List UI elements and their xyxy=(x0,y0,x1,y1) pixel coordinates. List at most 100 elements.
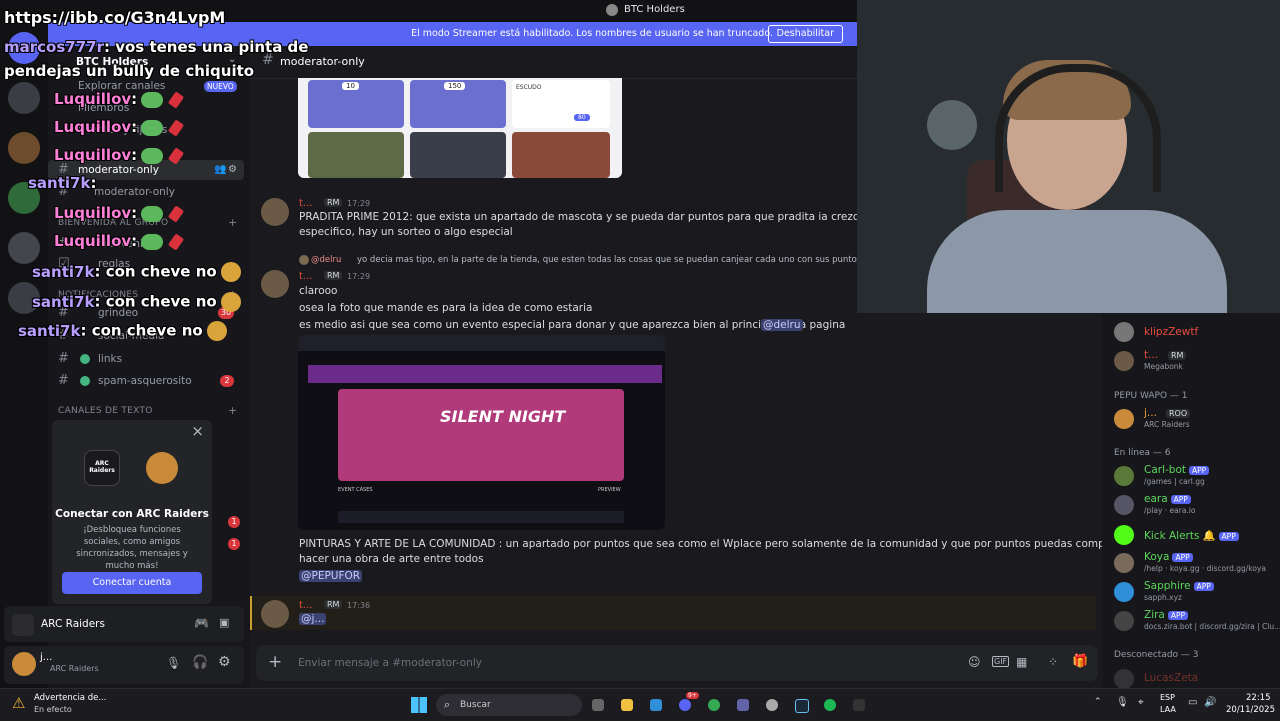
settings-icon[interactable]: ⚙ xyxy=(218,654,231,670)
message-author[interactable]: t... xyxy=(299,600,312,611)
search-box[interactable]: ⌕ Buscar xyxy=(436,694,582,716)
overlay-text: pendejas un bully de chiquito xyxy=(4,62,255,80)
connect-popup: × ARC Raiders Conectar con ARC Raiders ¡… xyxy=(52,420,212,604)
steam-icon[interactable] xyxy=(795,699,809,713)
image-case-strip xyxy=(308,365,662,383)
message-text: especifico, hay un sorteo o algo especia… xyxy=(299,226,513,238)
microphone-tray-icon[interactable]: 🎙 xyxy=(1116,697,1129,708)
gift-icon[interactable]: 🎁 xyxy=(1072,654,1088,669)
member-status: Megabonk xyxy=(1144,362,1183,371)
overlay-user: santi7k xyxy=(32,262,95,281)
card: ESCUDO 80 xyxy=(512,80,610,128)
warning-icon[interactable]: ⚠ xyxy=(12,694,25,712)
avatar xyxy=(1114,582,1134,602)
user-mention[interactable]: @j... xyxy=(299,613,327,625)
disable-streamer-button[interactable]: Deshabilitar xyxy=(767,25,843,43)
clock-time[interactable]: 22:15 xyxy=(1246,693,1271,703)
message-input[interactable]: Enviar mensaje a #moderator-only xyxy=(298,657,482,669)
avatar[interactable] xyxy=(261,270,289,298)
app-icon[interactable] xyxy=(766,699,778,711)
image-bottombar xyxy=(338,511,624,523)
gif-icon[interactable]: GIF xyxy=(992,656,1010,667)
spotify-icon[interactable] xyxy=(824,699,836,711)
reply-text[interactable]: yo decia mas tipo, en la parte de la tie… xyxy=(357,255,906,265)
sticker-icon[interactable]: ▦ xyxy=(1016,655,1027,669)
avatar[interactable] xyxy=(12,652,36,676)
volume-icon[interactable]: 🔊 xyxy=(1204,697,1216,708)
member-status: docs.zira.bot | discord.gg/zira | Clu... xyxy=(1144,622,1280,631)
user-mention[interactable]: @PEPUFOR xyxy=(299,570,363,582)
invite-icon[interactable]: 👥 xyxy=(214,160,226,180)
location-icon[interactable]: ⌖ xyxy=(1138,697,1144,708)
globe-icon xyxy=(80,354,90,364)
discord-icon[interactable] xyxy=(679,699,691,711)
category-text-channels[interactable]: CANALES DE TEXTO xyxy=(58,406,153,416)
overlay-text: : xyxy=(131,90,138,108)
avatar xyxy=(1114,466,1134,486)
overlay-line: santi7k: con cheve no xyxy=(4,262,241,282)
member-name-text: Zira xyxy=(1144,609,1165,621)
screen-share-icon[interactable]: ▣ xyxy=(219,616,229,629)
username: j... xyxy=(40,652,53,663)
close-icon[interactable]: × xyxy=(191,422,204,440)
chrome-icon[interactable] xyxy=(708,699,720,711)
obs-icon[interactable] xyxy=(853,699,865,711)
gear-icon[interactable]: ⚙ xyxy=(228,160,237,180)
member-item[interactable]: Carl-bot APP /games | carl.gg xyxy=(1114,464,1280,490)
warning-subtitle: En efecto xyxy=(34,705,72,714)
add-channel-icon[interactable]: + xyxy=(228,216,237,229)
warning-title[interactable]: Advertencia de... xyxy=(34,693,106,703)
overlay-user: Luquillov xyxy=(54,118,132,136)
network-icon[interactable]: ▭ xyxy=(1188,697,1197,708)
avatar[interactable] xyxy=(261,198,289,226)
overlay-user: santi7k xyxy=(28,174,91,192)
member-item[interactable]: t... RM Megabonk xyxy=(1114,349,1280,375)
attachment-image[interactable]: SILENT NIGHT EVENT CASES PREVIEW xyxy=(298,335,665,530)
channel-spam-asquerosito[interactable]: # spam-asquerosito 2 xyxy=(48,371,244,391)
frog-emote-icon xyxy=(141,147,164,164)
frog-emote-icon xyxy=(141,91,164,108)
store-icon[interactable] xyxy=(650,699,662,711)
member-item[interactable]: Koya APP /help · koya.gg · discord.gg/koy… xyxy=(1114,551,1280,577)
teams-icon[interactable] xyxy=(737,699,749,711)
apps-icon[interactable]: ⁘ xyxy=(1048,655,1058,669)
attachment-image[interactable]: 10 150 ESCUDO 80 xyxy=(298,78,622,178)
member-item[interactable]: klipzZewtf xyxy=(1114,320,1280,346)
member-item[interactable]: Kick Alerts 🔔 APP xyxy=(1114,523,1280,549)
headphones-icon[interactable]: 🎧 xyxy=(192,655,208,670)
overlay-user: Luquillov xyxy=(54,232,132,250)
reply-author[interactable]: @delru xyxy=(311,255,341,265)
message-text: hacer una obra de arte entre todos xyxy=(299,553,484,565)
member-item[interactable]: Sapphire APP sapph.xyz xyxy=(1114,580,1280,606)
avatar xyxy=(1114,351,1134,371)
file-explorer-icon[interactable] xyxy=(621,699,633,711)
task-view-icon[interactable] xyxy=(592,699,604,711)
member-status: ARC Raiders xyxy=(1144,420,1190,429)
timestamp: 17:29 xyxy=(347,199,371,208)
member-item[interactable]: Zira APP docs.zira.bot | discord.gg/zira … xyxy=(1114,609,1280,635)
discord-badge: 9+ xyxy=(686,692,699,699)
language-bottom: LAA xyxy=(1160,705,1176,714)
channel-links[interactable]: # links xyxy=(48,349,244,369)
member-status: /games | carl.gg xyxy=(1144,477,1205,486)
message-author[interactable]: t... xyxy=(299,271,312,282)
avatar[interactable] xyxy=(261,600,289,628)
overlay-user: marcos777r xyxy=(4,38,104,56)
member-item[interactable]: j... ROO ARC Raiders xyxy=(1114,407,1280,433)
user-mention[interactable]: @delru xyxy=(761,319,803,331)
overlay-user: santi7k xyxy=(18,321,81,340)
language-top[interactable]: ESP xyxy=(1160,693,1175,702)
microphone-icon[interactable]: 🎙 xyxy=(166,656,181,670)
member-item[interactable]: eara APP /play · eara.io xyxy=(1114,493,1280,519)
member-name-text: eara xyxy=(1144,493,1168,505)
controller-icon[interactable]: 🎮 xyxy=(194,616,209,630)
windows-start-icon[interactable] xyxy=(411,697,427,713)
emoji-picker-icon[interactable]: ☺ xyxy=(968,655,981,669)
message-author[interactable]: t... xyxy=(299,198,312,209)
popup-title: Conectar con ARC Raiders xyxy=(55,508,209,520)
connect-account-button[interactable]: Conectar cuenta xyxy=(62,572,202,594)
chevron-up-icon[interactable]: ⌃ xyxy=(1094,697,1102,707)
add-attachment-icon[interactable]: + xyxy=(268,652,282,672)
app-badge: APP xyxy=(1189,466,1210,475)
add-channel-icon[interactable]: + xyxy=(228,404,237,417)
